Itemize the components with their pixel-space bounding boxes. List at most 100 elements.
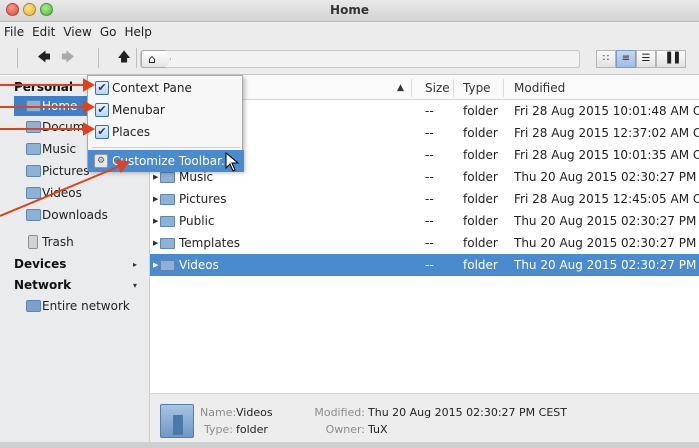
- menu-help[interactable]: Help: [120, 22, 155, 39]
- file-type: folder: [463, 236, 498, 250]
- sidebar-item-label: Pictures: [42, 164, 90, 178]
- file-modified: Fri 28 Aug 2015 10:01:35 AM CEST: [514, 148, 699, 162]
- toolbar-separator: [98, 48, 99, 68]
- chevron-right-icon[interactable]: ▸: [133, 260, 137, 269]
- sidebar-header-network[interactable]: Network: [14, 278, 71, 292]
- window-title: Home: [330, 3, 369, 17]
- pictures-folder-icon: [26, 165, 41, 177]
- sort-ascending-icon[interactable]: ▲: [397, 83, 404, 93]
- trash-icon: [28, 235, 38, 249]
- table-row[interactable]: ▶ Pictures -- folder Fri 28 Aug 2015 12:…: [150, 188, 699, 210]
- public-folder-icon: [160, 216, 175, 227]
- column-header-type[interactable]: Type: [463, 81, 491, 95]
- icon-view-icon[interactable]: ∷: [596, 50, 616, 68]
- details-view-icon[interactable]: ≡: [616, 50, 636, 68]
- sidebar-item-downloads[interactable]: Downloads: [14, 205, 150, 225]
- file-size: --: [425, 148, 434, 162]
- file-type: folder: [463, 214, 498, 228]
- documents-folder-icon: [26, 121, 41, 133]
- home-icon[interactable]: ⌂: [141, 50, 171, 68]
- info-owner-value: TuX: [368, 423, 388, 436]
- home-folder-icon: [26, 100, 41, 112]
- videos-folder-icon: [160, 404, 194, 438]
- column-header-modified[interactable]: Modified: [514, 81, 565, 95]
- menu-edit[interactable]: Edit: [28, 22, 59, 39]
- info-name-value: Videos: [236, 406, 273, 419]
- context-pane: Name: Videos Type: folder Modified: Thu …: [150, 393, 699, 442]
- back-arrow-icon[interactable]: 🡄: [34, 49, 54, 67]
- file-modified: Fri 28 Aug 2015 10:01:48 AM CEST: [514, 104, 699, 118]
- file-type: folder: [463, 148, 498, 162]
- toolbar-context-menu: ✔ Context Pane ✔ Menubar ✔ Places ⚙ Cust…: [87, 75, 244, 172]
- info-owner-label: Owner:: [325, 423, 365, 436]
- checkbox-checked-icon[interactable]: ✔: [95, 103, 109, 117]
- up-arrow-icon[interactable]: 🡅: [114, 49, 134, 67]
- expand-arrow-icon[interactable]: ▶: [153, 188, 158, 210]
- file-type: folder: [463, 104, 498, 118]
- menu-item-label: Places: [112, 125, 151, 139]
- menu-separator: [92, 147, 240, 148]
- info-name-label: Name:: [200, 406, 237, 419]
- checkbox-checked-icon[interactable]: ✔: [95, 125, 109, 139]
- file-size: --: [425, 258, 434, 272]
- info-type-label: Type:: [204, 423, 233, 436]
- sidebar-item-videos[interactable]: Videos: [14, 183, 150, 203]
- sidebar-item-label: Docum: [42, 120, 85, 134]
- file-type: folder: [463, 258, 498, 272]
- forward-arrow-icon[interactable]: 🡆: [58, 49, 78, 67]
- file-size: --: [425, 126, 434, 140]
- column-header-size[interactable]: Size: [425, 81, 450, 95]
- customize-icon: ⚙: [94, 154, 108, 168]
- column-divider[interactable]: [503, 79, 504, 97]
- table-row-selected[interactable]: ▶ Videos -- folder Thu 20 Aug 2015 02:30…: [150, 254, 699, 276]
- menu-item-places[interactable]: ✔ Places: [88, 121, 244, 143]
- file-modified: Thu 20 Aug 2015 02:30:27 PM CEST: [514, 170, 699, 184]
- videos-folder-icon: [160, 260, 175, 271]
- menu-file[interactable]: File: [0, 22, 28, 39]
- column-divider[interactable]: [453, 79, 454, 97]
- sidebar-item-label: Home: [42, 99, 78, 113]
- menu-item-context-pane[interactable]: ✔ Context Pane: [88, 77, 244, 99]
- file-name: Templates: [179, 236, 241, 250]
- column-divider[interactable]: [411, 79, 412, 97]
- compact-view-icon[interactable]: ☰: [636, 50, 656, 68]
- table-row[interactable]: ▶ Public -- folder Thu 20 Aug 2015 02:30…: [150, 210, 699, 232]
- menubar: File Edit View Go Help: [0, 22, 699, 42]
- file-modified: Thu 20 Aug 2015 02:30:27 PM CEST: [514, 258, 699, 272]
- file-type: folder: [463, 192, 498, 206]
- file-modified: Thu 20 Aug 2015 02:30:27 PM CEST: [514, 236, 699, 250]
- sidebar-item-label: Videos: [42, 186, 82, 200]
- videos-folder-icon: [26, 187, 41, 199]
- file-modified: Fri 28 Aug 2015 12:37:02 AM CEST: [514, 126, 699, 140]
- expand-arrow-icon[interactable]: ▶: [153, 210, 158, 232]
- file-modified: Fri 28 Aug 2015 12:45:05 AM CEST: [514, 192, 699, 206]
- checkbox-checked-icon[interactable]: ✔: [95, 81, 109, 95]
- menu-item-label: Customize Toolbar...: [112, 154, 233, 168]
- sidebar-header-personal[interactable]: Personal: [14, 80, 73, 94]
- sidebar-item-label: Trash: [42, 235, 74, 249]
- chevron-down-icon[interactable]: ▾: [133, 281, 137, 290]
- title-bar: Home: [0, 0, 699, 22]
- file-name: Pictures: [179, 192, 227, 206]
- sidebar-item-label: Downloads: [42, 208, 108, 222]
- templates-folder-icon: [160, 238, 175, 249]
- toolbar: 🡄 🡆 🡅 ⌂ ∷ ≡ ☰ ▐▐: [0, 42, 699, 75]
- table-row[interactable]: ▶ Templates -- folder Thu 20 Aug 2015 02…: [150, 232, 699, 254]
- toolbar-separator: [136, 48, 137, 68]
- toolbar-separator: [17, 48, 18, 68]
- expand-arrow-icon[interactable]: ▶: [153, 232, 158, 254]
- file-modified: Thu 20 Aug 2015 02:30:27 PM CEST: [514, 214, 699, 228]
- menu-item-menubar[interactable]: ✔ Menubar: [88, 99, 244, 121]
- file-name: Videos: [179, 258, 219, 272]
- sidebar-item-trash[interactable]: Trash: [14, 232, 150, 252]
- sidebar-header-devices[interactable]: Devices: [14, 257, 66, 271]
- menu-view[interactable]: View: [59, 22, 95, 39]
- expand-arrow-icon[interactable]: ▶: [153, 254, 158, 276]
- music-folder-icon: [26, 143, 41, 155]
- location-breadcrumb[interactable]: ⌂: [140, 50, 580, 68]
- menu-go[interactable]: Go: [96, 22, 121, 39]
- sidebar-item-entire-network[interactable]: Entire network: [14, 296, 150, 316]
- downloads-folder-icon: [26, 209, 41, 221]
- column-view-icon[interactable]: ▐▐: [656, 50, 686, 68]
- menu-item-customize-toolbar[interactable]: ⚙ Customize Toolbar...: [88, 150, 244, 172]
